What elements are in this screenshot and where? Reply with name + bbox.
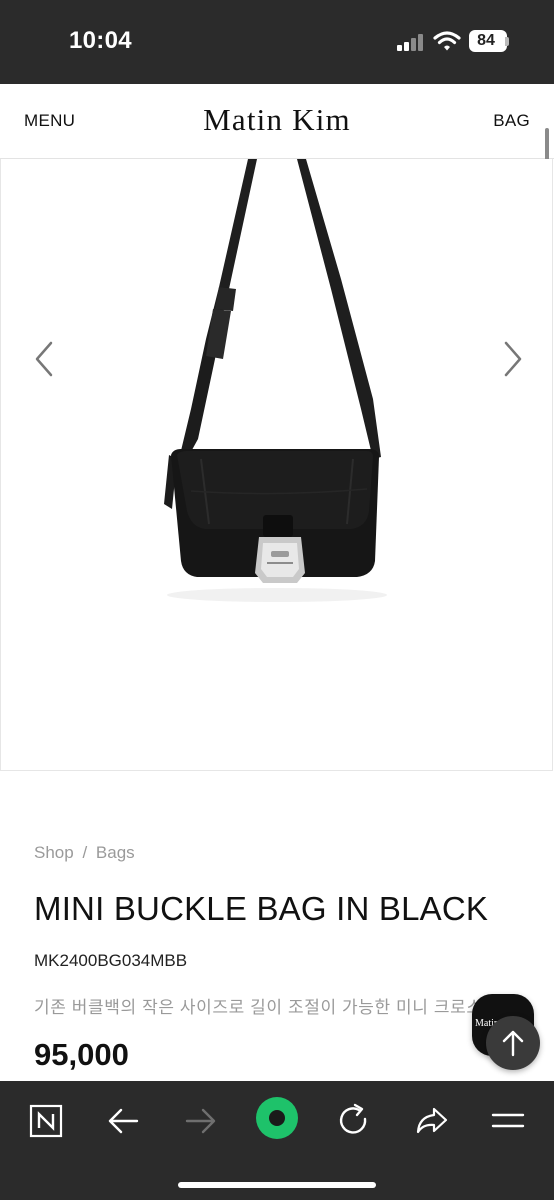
battery-level: 84 xyxy=(477,32,495,49)
wifi-icon xyxy=(433,31,461,51)
status-time: 10:04 xyxy=(69,27,132,54)
signal-icon xyxy=(397,33,425,51)
battery-icon: 84 xyxy=(469,30,507,52)
battery-tip xyxy=(505,37,509,46)
chevron-left-icon[interactable] xyxy=(27,339,67,379)
product-description: 기존 버클백의 작은 사이즈로 길이 조절이 가능한 미니 크로스 xyxy=(34,998,483,1017)
product-title: MINI BUCKLE BAG IN BLACK xyxy=(34,890,489,927)
scroll-top-button[interactable] xyxy=(486,1016,540,1070)
green-dot-icon[interactable] xyxy=(254,1095,300,1141)
status-bar: 10:04 84 xyxy=(0,0,554,84)
arrow-up-icon xyxy=(502,1030,524,1057)
breadcrumb-separator: / xyxy=(82,843,88,862)
product-price: 95,000 xyxy=(34,1037,129,1072)
product-gallery[interactable] xyxy=(0,159,553,771)
brand-logo[interactable]: Matin Kim xyxy=(0,102,554,138)
forward-arrow-icon[interactable] xyxy=(178,1099,222,1143)
naver-logo-icon[interactable] xyxy=(24,1099,68,1143)
share-icon[interactable] xyxy=(410,1099,454,1143)
breadcrumb-shop[interactable]: Shop xyxy=(34,843,74,862)
site-header: MENU Matin Kim BAG xyxy=(0,84,554,159)
reload-icon[interactable] xyxy=(332,1099,376,1143)
bag-button[interactable]: BAG xyxy=(493,111,530,131)
chevron-right-icon[interactable] xyxy=(492,339,532,379)
product-code: MK2400BG034MBB xyxy=(34,951,188,970)
breadcrumb: Shop / Bags xyxy=(34,843,135,863)
back-arrow-icon[interactable] xyxy=(102,1099,146,1143)
breadcrumb-bags[interactable]: Bags xyxy=(96,843,135,862)
home-indicator[interactable] xyxy=(178,1182,376,1188)
menu-icon[interactable] xyxy=(486,1099,530,1143)
product-photo xyxy=(164,159,387,602)
